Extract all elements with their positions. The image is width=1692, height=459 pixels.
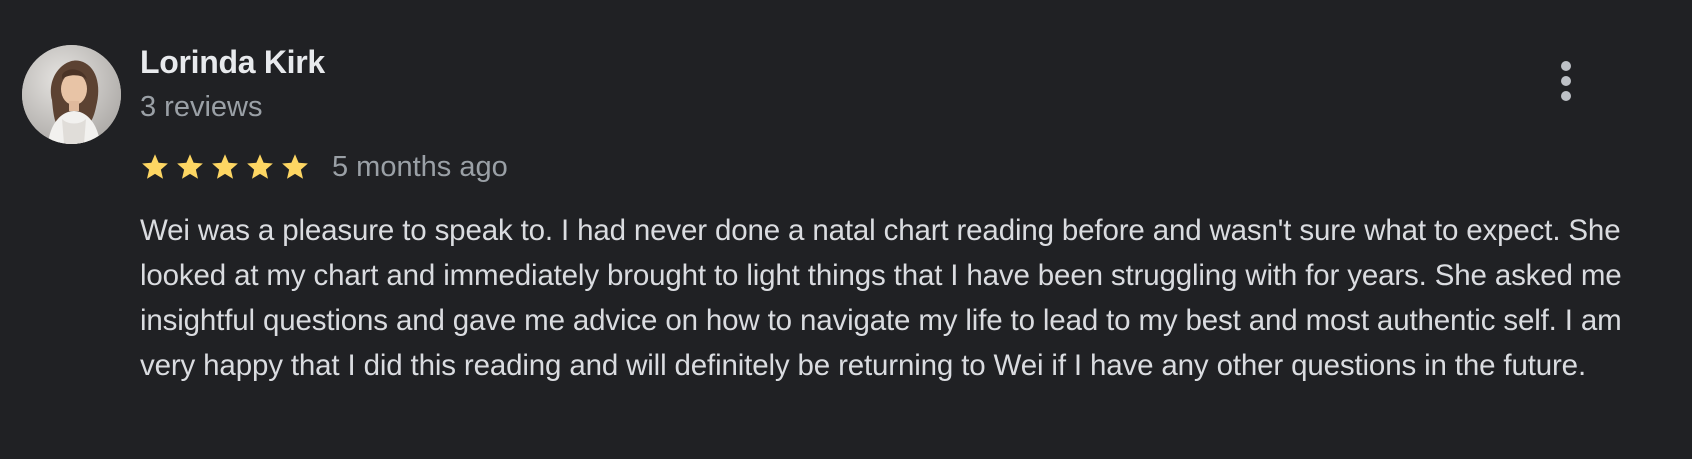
rating-row: 5 months ago	[140, 148, 508, 186]
reviewer-name[interactable]: Lorinda Kirk	[140, 44, 325, 81]
more-options-button[interactable]	[1544, 56, 1588, 106]
review-card: Lorinda Kirk 3 reviews 5 months ago Wei …	[0, 0, 1692, 459]
star-icon	[140, 152, 170, 182]
star-icon	[245, 152, 275, 182]
more-vert-icon	[1561, 61, 1571, 71]
star-icon	[210, 152, 240, 182]
star-icon	[175, 152, 205, 182]
star-icon	[280, 152, 310, 182]
review-count[interactable]: 3 reviews	[140, 91, 263, 124]
review-text: Wei was a pleasure to speak to. I had ne…	[140, 214, 1622, 382]
avatar-photo-icon	[22, 45, 121, 144]
avatar[interactable]	[22, 45, 121, 144]
review-date: 5 months ago	[332, 150, 508, 183]
star-rating	[140, 152, 315, 182]
